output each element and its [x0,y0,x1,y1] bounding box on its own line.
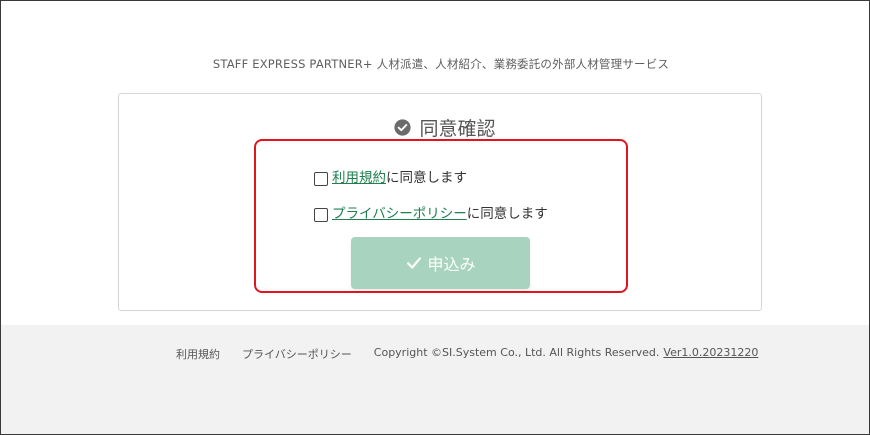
version-link[interactable]: Ver1.0.20231220 [663,346,758,362]
consent-title: 同意確認 [119,114,771,141]
privacy-link[interactable]: プライバシーポリシー [332,202,467,222]
submit-label: 申込み [427,255,476,274]
copyright-text: Copyright ©SI.System Co., Ltd. All Right… [373,346,660,359]
checkmark-icon [407,257,422,269]
page-frame: STAFF EXPRESS PARTNER+ 人材派遣、人材紹介、業務委託の外部… [0,0,870,435]
privacy-suffix: に同意します [466,206,548,222]
submit-button[interactable]: 申込み [351,237,530,289]
agree-privacy-row: プライバシーポリシー に同意します [314,202,548,222]
terms-link[interactable]: 利用規約 [332,166,386,186]
service-tagline: STAFF EXPRESS PARTNER+ 人材派遣、人材紹介、業務委託の外部… [212,57,670,71]
footer-terms-link[interactable]: 利用規約 [176,346,220,362]
agree-terms-checkbox[interactable] [314,172,328,186]
check-circle-icon [394,119,412,136]
terms-suffix: に同意します [386,170,467,186]
footer-privacy-link[interactable]: プライバシーポリシー [242,346,352,362]
footer: 利用規約 プライバシーポリシー Copyright ©SI.System Co.… [1,325,869,434]
agree-privacy-checkbox[interactable] [314,208,328,222]
agree-terms-row: 利用規約 に同意します [314,166,467,186]
footer-links: 利用規約 プライバシーポリシー Copyright ©SI.System Co.… [176,346,758,362]
consent-title-text: 同意確認 [419,118,496,140]
